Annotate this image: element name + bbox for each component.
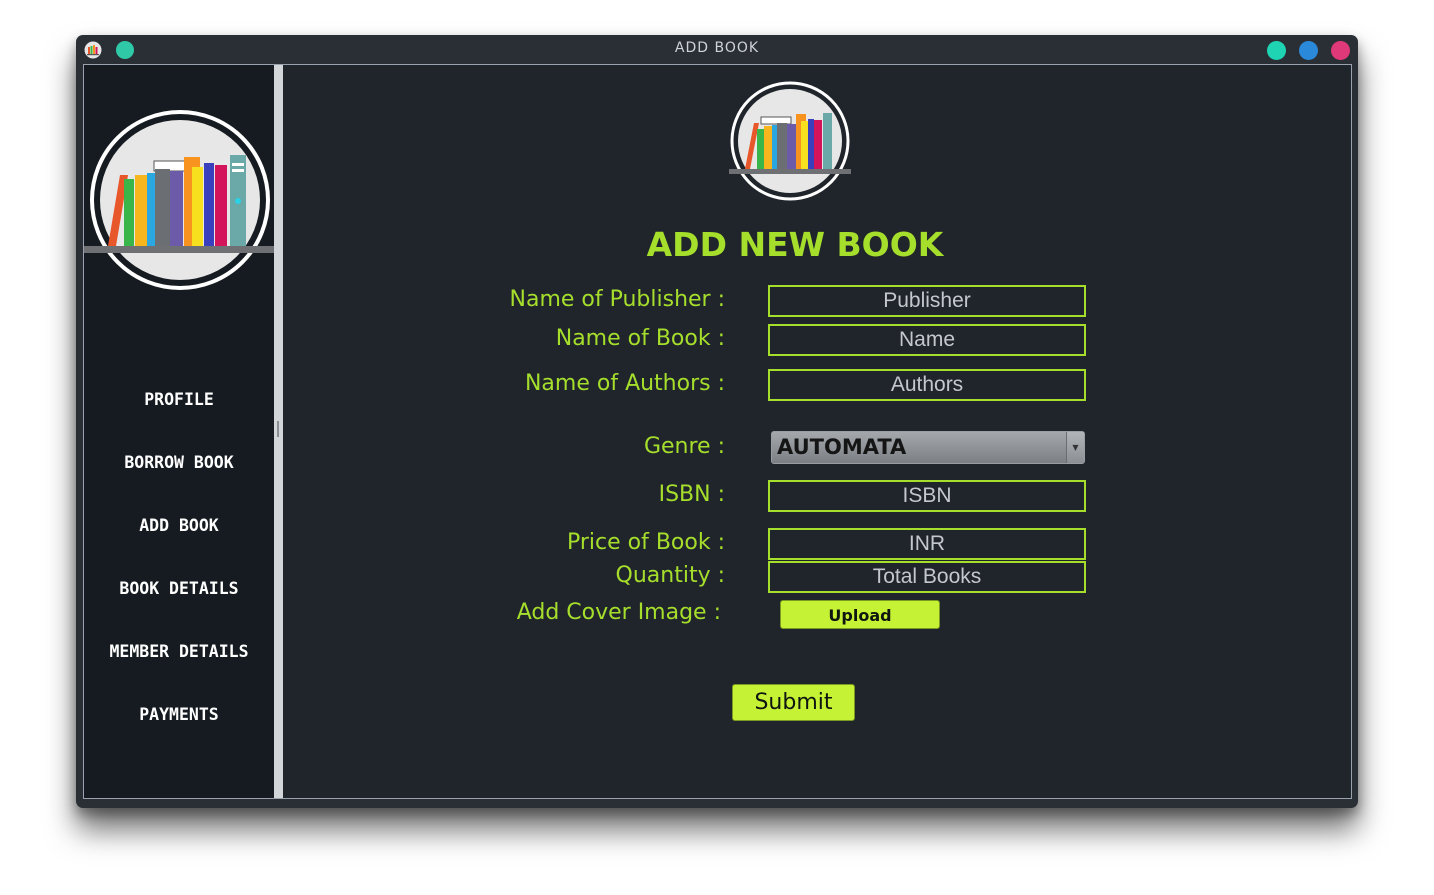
genre-label: Genre : [643, 434, 725, 459]
app-window: ADD BOOK PROFILE BORROW BOOK ADD BOOK BO… [76, 35, 1358, 808]
title-bar[interactable]: ADD BOOK [76, 35, 1358, 64]
authors-label: Name of Authors : [524, 371, 725, 396]
divider-grip-icon [277, 421, 279, 437]
quantity-input[interactable] [768, 561, 1086, 593]
isbn-label: ISBN : [658, 482, 725, 507]
bookshelf-logo-icon [84, 110, 276, 290]
add-book-form: ADD NEW BOOK Name of Publisher : Name of… [283, 65, 1351, 798]
maximize-button[interactable] [1299, 41, 1318, 60]
isbn-input[interactable] [768, 480, 1086, 512]
authors-input[interactable] [768, 369, 1086, 401]
bookshelf-logo-icon [729, 81, 851, 201]
upload-button[interactable]: Upload [780, 600, 940, 629]
nav-add-book[interactable]: ADD BOOK [84, 516, 274, 535]
nav-member-details[interactable]: MEMBER DETAILS [84, 642, 274, 661]
content-area: PROFILE BORROW BOOK ADD BOOK BOOK DETAIL… [83, 64, 1352, 799]
chevron-down-icon[interactable]: ▼ [1066, 432, 1084, 463]
quantity-label: Quantity : [615, 563, 725, 588]
price-input[interactable] [768, 528, 1086, 560]
sidebar: PROFILE BORROW BOOK ADD BOOK BOOK DETAIL… [84, 65, 276, 798]
nav-borrow-book[interactable]: BORROW BOOK [84, 453, 274, 472]
book-name-label: Name of Book : [555, 326, 725, 351]
close-button[interactable] [1331, 41, 1350, 60]
publisher-input[interactable] [768, 285, 1086, 317]
cover-image-label: Add Cover Image : [516, 600, 721, 625]
book-name-input[interactable] [768, 324, 1086, 356]
genre-select[interactable]: AUTOMATA ▼ [771, 431, 1085, 464]
nav-book-details[interactable]: BOOK DETAILS [84, 579, 274, 598]
nav-payments[interactable]: PAYMENTS [84, 705, 274, 724]
publisher-label: Name of Publisher : [509, 287, 726, 312]
submit-button[interactable]: Submit [732, 684, 855, 721]
window-title: ADD BOOK [674, 40, 760, 56]
minimize-button[interactable] [1267, 41, 1286, 60]
page-title: ADD NEW BOOK [646, 225, 944, 264]
genre-selected-value: AUTOMATA [777, 435, 907, 459]
nav-profile[interactable]: PROFILE [84, 390, 274, 409]
price-label: Price of Book : [566, 530, 725, 555]
